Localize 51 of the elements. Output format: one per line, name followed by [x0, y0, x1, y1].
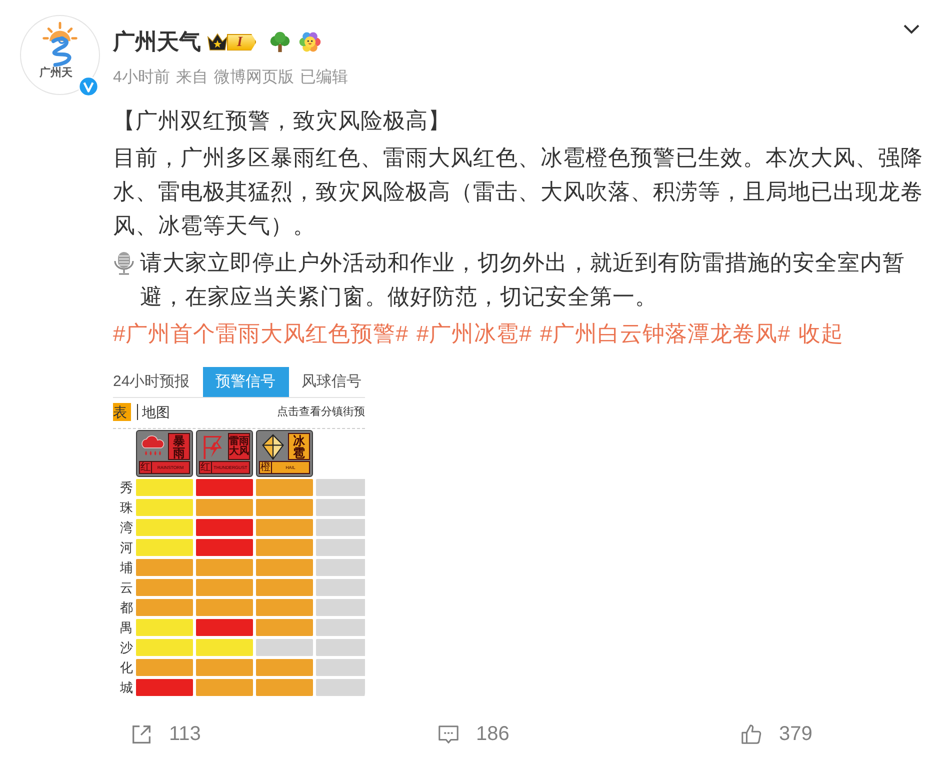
district-label: 化	[119, 659, 133, 676]
district-label: 禺	[119, 619, 133, 636]
district-label: 秀	[119, 479, 133, 496]
tab-label[interactable]: 风球信号	[288, 367, 365, 397]
thumbs-up-icon	[740, 722, 763, 746]
avatar-caption: 广州天	[40, 67, 72, 80]
avatar[interactable]: 广州天	[20, 15, 100, 95]
view-option[interactable]: 表	[113, 403, 131, 421]
tab-label[interactable]: 24小时预报	[113, 367, 203, 397]
tree-emoji-icon	[269, 31, 292, 53]
district-label: 埔	[119, 559, 133, 576]
district-label: 云	[119, 579, 133, 596]
hashtag-link[interactable]: #广州冰雹#	[416, 321, 532, 346]
level-tag: I	[227, 34, 256, 50]
district-label: 河	[119, 539, 133, 556]
post-time[interactable]: 4小时前	[113, 66, 170, 90]
district-label: 城	[119, 679, 133, 696]
district-label: 珠	[119, 499, 133, 516]
signal-name: 冰雹	[288, 433, 310, 460]
crown-icon	[207, 33, 228, 51]
post-paragraph: 请大家立即停止户外活动和作业，切勿外出，就近到有防雷措施的安全室内暂避，在家应当关紧门窗。做好防范，切记安全第一。	[140, 249, 906, 311]
hashtag-link[interactable]: #广州白云钟落潭龙卷风#	[540, 321, 790, 346]
share-icon	[130, 722, 153, 746]
hint-text: 点击查看分镇街预	[277, 405, 365, 419]
signal-level-text: 红	[200, 462, 212, 473]
like-button[interactable]: 379	[740, 714, 812, 754]
chevron-down-icon[interactable]	[903, 24, 920, 35]
share-button[interactable]: 113	[130, 714, 201, 754]
collapse-link[interactable]: 收起	[798, 321, 844, 346]
post-heading: 【广州双红预警，致灾风险极高】	[113, 107, 452, 135]
hashtag-link[interactable]: #广州首个雷雨大风红色预警#	[113, 321, 408, 346]
district-label: 湾	[119, 519, 133, 536]
post-paragraph: 目前，广州多区暴雨红色、雷雨大风红色、冰雹橙色预警已生效。本次大风、强降水、雷电极其猛烈，致灾风险极高（雷击、大风吹落、积涝等，且局地已出现龙卷风、冰雹等天气）。	[113, 144, 924, 240]
edited-label: 已编辑	[300, 68, 348, 88]
signal-name: 雷雨大风	[228, 433, 250, 460]
sun-swirl-logo-icon	[41, 21, 79, 67]
microphone-icon	[113, 251, 135, 275]
signal-level-text: 橙	[260, 462, 272, 473]
comment-button[interactable]: 186	[437, 714, 510, 754]
author-name[interactable]: 广州天气	[113, 27, 201, 57]
source-prefix: 来自	[176, 68, 208, 88]
source-text: 微博网页版	[214, 68, 294, 88]
flower-face-emoji-icon	[299, 31, 322, 53]
district-label: 沙	[119, 639, 133, 656]
signal-level-text: 红	[140, 462, 152, 473]
kite-icon	[259, 434, 287, 460]
tab[interactable]: 预警信号	[202, 367, 289, 397]
view-option[interactable]: 地图	[137, 404, 174, 420]
district-label: 都	[119, 599, 133, 616]
comment-icon	[437, 722, 460, 746]
signal-name: 暴雨	[168, 433, 190, 460]
